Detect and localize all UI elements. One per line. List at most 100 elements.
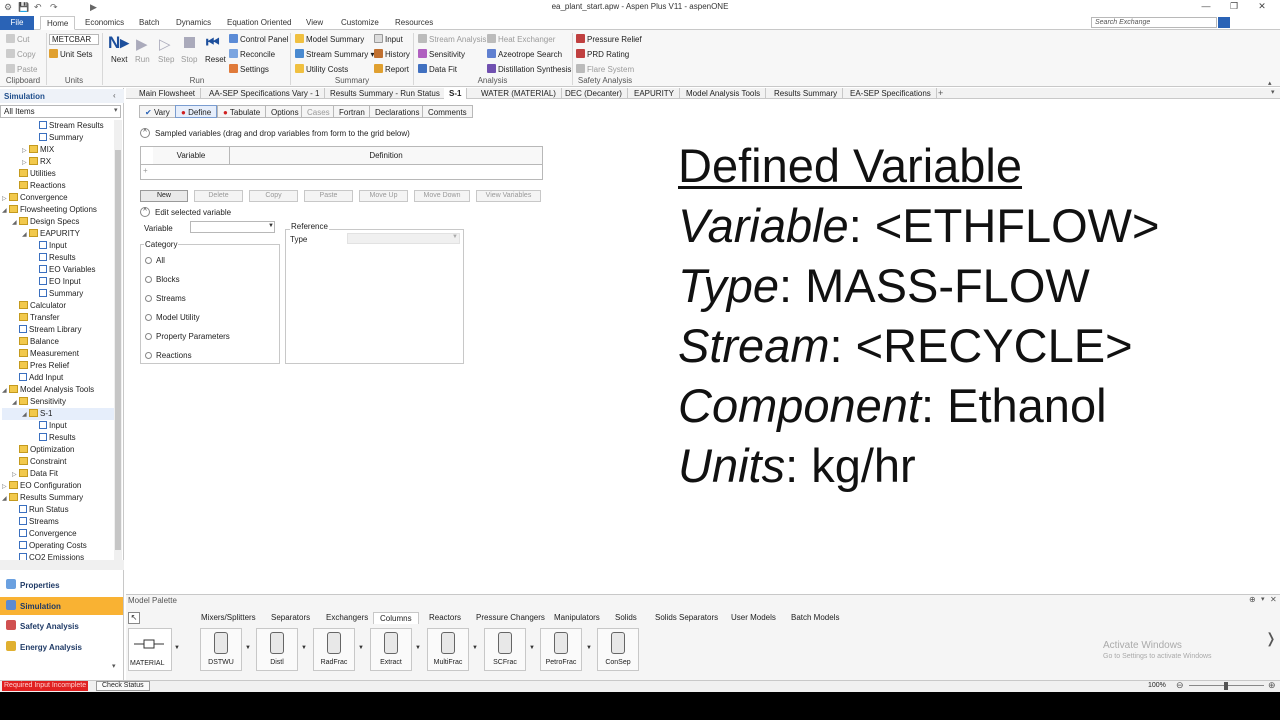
new-button[interactable]: New xyxy=(140,190,188,202)
nav-tree-item[interactable]: Input xyxy=(2,420,114,432)
save-icon[interactable]: 💾 xyxy=(18,2,29,13)
palette-tab-solids[interactable]: Solids xyxy=(609,612,643,624)
doc-tab-model-analysis-tools[interactable]: Model Analysis Tools xyxy=(681,88,767,99)
menu-tab-customize[interactable]: Customize xyxy=(335,16,385,30)
nav-tree-item[interactable]: Results xyxy=(2,252,114,264)
cut-button[interactable]: Cut xyxy=(6,34,29,44)
doc-tab-s-1[interactable]: S-1 xyxy=(444,88,468,99)
palette-item-radfrac[interactable]: RadFrac xyxy=(313,628,355,671)
nav-tree-item[interactable]: Optimization xyxy=(2,444,114,456)
palette-close-icon[interactable]: ✕ xyxy=(1270,595,1277,604)
utility-costs-button[interactable]: Utility Costs xyxy=(295,64,348,74)
doc-tab-eapurity[interactable]: EAPURITY xyxy=(629,88,681,99)
dropdown-icon[interactable]: ▼ xyxy=(245,645,251,651)
next-button[interactable]: Next xyxy=(111,55,127,64)
restore-button[interactable]: ❐ xyxy=(1224,1,1244,12)
menu-tab-economics[interactable]: Economics xyxy=(79,16,130,30)
search-exchange-input[interactable]: Search Exchange xyxy=(1091,17,1217,28)
ribbon-collapse-icon[interactable]: ▴ xyxy=(1268,79,1272,87)
form-tab-fortran[interactable]: Fortran xyxy=(333,105,371,118)
stream-summary-button[interactable]: Stream Summary ▾ xyxy=(295,49,374,59)
category-all-radio[interactable]: All xyxy=(145,256,165,265)
palette-item-scfrac[interactable]: SCFrac xyxy=(484,628,526,671)
palette-tab-mixers-splitters[interactable]: Mixers/Splitters xyxy=(195,612,262,624)
nav-tree-item[interactable]: Convergence xyxy=(2,528,114,540)
category-streams-radio[interactable]: Streams xyxy=(145,294,186,303)
zoom-slider-thumb[interactable] xyxy=(1224,682,1228,690)
prd-rating-button[interactable]: PRD Rating xyxy=(576,49,629,59)
pin-icon[interactable]: ⊕ xyxy=(1249,595,1256,604)
nav-tree-item[interactable]: Stream Results xyxy=(2,120,114,132)
menu-tab-resources[interactable]: Resources xyxy=(389,16,439,30)
palette-tab-manipulators[interactable]: Manipulators xyxy=(548,612,606,624)
copy-row-button[interactable]: Copy xyxy=(249,190,298,202)
nav-tree-item[interactable]: ▷ Convergence xyxy=(2,192,114,204)
dropdown-icon[interactable]: ▼ xyxy=(529,645,535,651)
new-tab-icon[interactable]: + xyxy=(938,88,943,98)
step-button[interactable]: Step xyxy=(158,55,174,64)
category-reactions-radio[interactable]: Reactions xyxy=(145,351,192,360)
control-panel-button[interactable]: Control Panel xyxy=(229,34,288,44)
nav-tree-item[interactable]: Results xyxy=(2,432,114,444)
move-down-button[interactable]: Move Down xyxy=(414,190,470,202)
nav-tree-item[interactable]: Pres Relief xyxy=(2,360,114,372)
menu-tab-file[interactable]: File xyxy=(0,16,34,30)
dropdown-icon[interactable]: ▼ xyxy=(415,645,421,651)
nav-tree-item[interactable]: Measurement xyxy=(2,348,114,360)
dropdown-icon[interactable]: ▼ xyxy=(358,645,364,651)
azeotrope-search-button[interactable]: Azeotrope Search xyxy=(487,49,562,59)
palette-item-dstwu[interactable]: DSTWU xyxy=(200,628,242,671)
copy-button[interactable]: Copy xyxy=(6,49,36,59)
redo-icon[interactable]: ↷ xyxy=(50,2,58,13)
nav-options-icon[interactable]: ▾ xyxy=(112,662,116,670)
nav-filter-select[interactable]: All Items xyxy=(0,105,121,118)
form-tab-options[interactable]: Options xyxy=(265,105,305,118)
category-blocks-radio[interactable]: Blocks xyxy=(145,275,180,284)
doc-tab-water-material[interactable]: WATER (MATERIAL) xyxy=(476,88,562,99)
heat-exchanger-button[interactable]: Heat Exchanger xyxy=(487,34,555,44)
model-summary-button[interactable]: Model Summary xyxy=(295,34,364,44)
report-button[interactable]: Report xyxy=(374,64,409,74)
nav-tree-item[interactable]: ◢ EAPURITY xyxy=(2,228,114,240)
history-button[interactable]: History xyxy=(374,49,410,59)
menu-tab-dynamics[interactable]: Dynamics xyxy=(170,16,217,30)
nav-tree-item[interactable]: ▷ RX xyxy=(2,156,114,168)
palette-item-extract[interactable]: Extract xyxy=(370,628,412,671)
paste-button[interactable]: Paste xyxy=(6,64,37,74)
palette-tab-columns[interactable]: Columns xyxy=(373,612,419,624)
palette-tab-separators[interactable]: Separators xyxy=(265,612,316,624)
paste-row-button[interactable]: Paste xyxy=(304,190,353,202)
expand-arrow-icon[interactable]: ◢ xyxy=(2,493,9,505)
chevron-down-icon[interactable]: ▼ xyxy=(452,234,458,240)
nav-tree-item[interactable]: ▷ Data Fit xyxy=(2,468,114,480)
nav-scroll-thumb[interactable] xyxy=(115,150,121,550)
nav-tree-item[interactable]: CO2 Emissions xyxy=(2,552,114,560)
category-property-parameters-radio[interactable]: Property Parameters xyxy=(145,332,230,341)
nav-tree-item[interactable]: ▷ MIX xyxy=(2,144,114,156)
nav-tree-item[interactable]: ◢ S-1 xyxy=(2,408,114,420)
menu-tab-view[interactable]: View xyxy=(300,16,329,30)
add-row-icon[interactable]: + xyxy=(143,166,148,175)
material-dropdown-icon[interactable]: ▼ xyxy=(174,645,180,651)
next-quick-icon[interactable]: ▶ xyxy=(90,2,97,13)
run-button[interactable]: Run xyxy=(135,55,150,64)
pointer-icon[interactable]: ↖ xyxy=(128,612,140,624)
stop-button[interactable]: Stop xyxy=(181,55,197,64)
nav-tree-item[interactable]: ◢ Flowsheeting Options xyxy=(2,204,114,216)
undo-icon[interactable]: ↶ xyxy=(34,2,42,13)
form-tab-comments[interactable]: Comments xyxy=(422,105,473,118)
expand-arrow-icon[interactable]: ◢ xyxy=(22,409,29,421)
settings-button[interactable]: Settings xyxy=(229,64,269,74)
nav-tree-item[interactable]: ◢ Sensitivity xyxy=(2,396,114,408)
dropdown-icon[interactable]: ▼ xyxy=(586,645,592,651)
expand-arrow-icon[interactable]: ◢ xyxy=(2,205,9,217)
menu-tab-home[interactable]: Home xyxy=(40,16,76,30)
palette-item-multifrac[interactable]: MultiFrac xyxy=(427,628,469,671)
nav-tree-item[interactable]: ◢ Model Analysis Tools xyxy=(2,384,114,396)
expand-arrow-icon[interactable]: ◢ xyxy=(2,385,9,397)
doc-tab-dec-decanter[interactable]: DEC (Decanter) xyxy=(560,88,628,99)
stream-analysis-button[interactable]: Stream Analysis xyxy=(418,34,486,44)
nav-tree-item[interactable]: ▷ EO Configuration xyxy=(2,480,114,492)
nav-tree-item[interactable]: Calculator xyxy=(2,300,114,312)
nav-properties-button[interactable]: Properties xyxy=(0,576,123,594)
